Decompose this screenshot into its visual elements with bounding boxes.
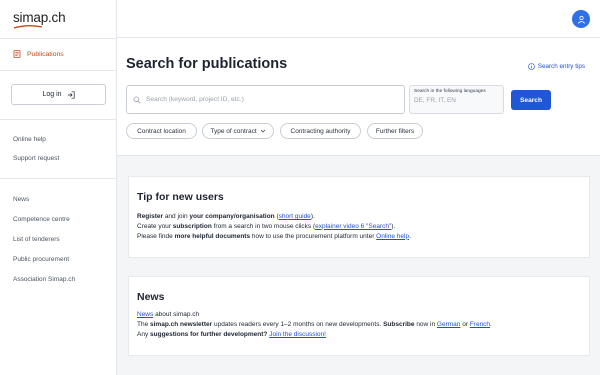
top-bar: [117, 0, 600, 38]
register-text: Register: [137, 213, 164, 220]
subscription-text: subscription: [172, 222, 212, 230]
text: about simap.ch: [153, 311, 200, 318]
search-placeholder: Search (keyword, project ID, etc.): [146, 96, 244, 103]
news-card: News News about simap.ch The simap.ch ne…: [128, 276, 590, 356]
news-card-title: News: [137, 291, 165, 303]
search-button[interactable]: Search: [511, 90, 551, 110]
text: ).: [391, 222, 396, 230]
filter-further-filters[interactable]: Further filters: [367, 123, 423, 139]
login-label: Log in: [42, 91, 62, 98]
tip-card: Tip for new users Register and join your…: [128, 176, 590, 258]
search-input[interactable]: Search (keyword, project ID, etc.): [126, 85, 405, 114]
user-avatar[interactable]: [572, 10, 590, 28]
online-help-link[interactable]: Online help: [376, 233, 409, 240]
page-title: Search for publications: [126, 56, 288, 72]
search-icon: [133, 95, 141, 104]
tip-line: Register and join your company/organisat…: [137, 212, 411, 222]
text: .: [409, 232, 411, 240]
tip-line: Please finde more helpful documents how …: [137, 232, 411, 242]
text: .: [490, 320, 492, 328]
news-line: Any suggestions for further development?…: [137, 330, 492, 340]
sidebar-link-association[interactable]: Association Simap.ch: [13, 276, 75, 283]
sidebar-link-online-help[interactable]: Online help: [13, 136, 46, 143]
tip-line: Create your subscription from a search i…: [137, 222, 411, 232]
filter-contracting-authority[interactable]: Contracting authority: [280, 123, 361, 139]
filter-label: Further filters: [375, 127, 415, 135]
sidebar-link-news[interactable]: News: [13, 196, 29, 203]
text: how to use the procurement platform unte…: [250, 232, 377, 240]
join-discussion-link[interactable]: Join the discussion!: [269, 331, 326, 338]
search-tips-label: Search entry tips: [537, 63, 585, 70]
text: ).: [310, 213, 315, 220]
explainer-video-link[interactable]: explainer video 6 "Search": [315, 223, 391, 230]
sidebar-link-support-request[interactable]: Support request: [13, 155, 59, 162]
sidebar-link-competence-centre[interactable]: Competence centre: [13, 216, 70, 223]
news-line: News about simap.ch: [137, 310, 492, 320]
language-select-label: Search in the following languages: [414, 89, 486, 94]
filter-contract-location[interactable]: Contract location: [126, 123, 197, 139]
sidebar-item-label: Publications: [27, 50, 64, 58]
org-text: your company/organisation: [189, 213, 275, 220]
sidebar-divider: [0, 119, 117, 120]
filter-label: Type of contract: [210, 127, 257, 135]
short-guide-link[interactable]: short guide: [279, 213, 311, 220]
text: updates readers every 1–2 months on new …: [212, 320, 384, 328]
news-line: The simap.ch newsletter updates readers …: [137, 320, 492, 330]
newsletter-text: simap.ch newsletter: [150, 320, 213, 328]
login-button[interactable]: Log in: [11, 84, 106, 105]
language-select-value: DE, FR, IT, EN: [414, 97, 456, 104]
user-icon: [577, 15, 585, 24]
text: The: [137, 320, 151, 328]
search-section: Search for publications Search entry tip…: [117, 38, 600, 156]
filter-type-of-contract[interactable]: Type of contract: [202, 123, 274, 139]
text: Please finde: [137, 232, 175, 240]
chevron-down-icon: [260, 129, 265, 133]
sidebar-divider: [0, 178, 117, 179]
german-link[interactable]: German: [437, 321, 460, 328]
search-tips-link[interactable]: Search entry tips: [527, 63, 585, 70]
helpful-docs-text: more helpful documents: [174, 232, 251, 240]
document-icon: [13, 50, 21, 58]
logo-text: simap.ch: [13, 10, 66, 25]
sidebar-link-public-procurement[interactable]: Public procurement: [13, 256, 69, 263]
info-icon: [527, 63, 535, 70]
suggestions-text: suggestions for further development?: [150, 330, 268, 338]
simap-logo[interactable]: simap.ch: [13, 10, 73, 29]
text: now in: [414, 320, 437, 328]
language-select[interactable]: Search in the following languages DE, FR…: [409, 85, 504, 114]
news-link[interactable]: News: [137, 311, 153, 318]
tip-card-body: Register and join your company/organisat…: [137, 212, 411, 241]
filter-label: Contracting authority: [290, 127, 351, 135]
sidebar-link-list-of-tenderers[interactable]: List of tenderers: [13, 236, 60, 243]
tip-card-title: Tip for new users: [137, 191, 224, 203]
sidebar-divider: [0, 38, 117, 39]
french-link[interactable]: French: [470, 321, 490, 328]
login-icon: [67, 90, 75, 99]
news-card-body: News about simap.ch The simap.ch newslet…: [137, 310, 492, 339]
text: from a search in two mouse clicks (: [211, 222, 316, 230]
logo-swoosh-icon: [13, 25, 43, 29]
text: or: [460, 320, 470, 328]
sidebar-divider: [0, 70, 117, 71]
text: Any: [137, 330, 151, 338]
sidebar: simap.ch Publications Log in Online help…: [0, 0, 117, 375]
text: and join: [163, 213, 190, 220]
text: Create your: [137, 222, 173, 230]
subscribe-text: Subscribe: [383, 320, 415, 328]
sidebar-item-publications[interactable]: Publications: [13, 50, 64, 58]
filter-label: Contract location: [137, 127, 186, 135]
